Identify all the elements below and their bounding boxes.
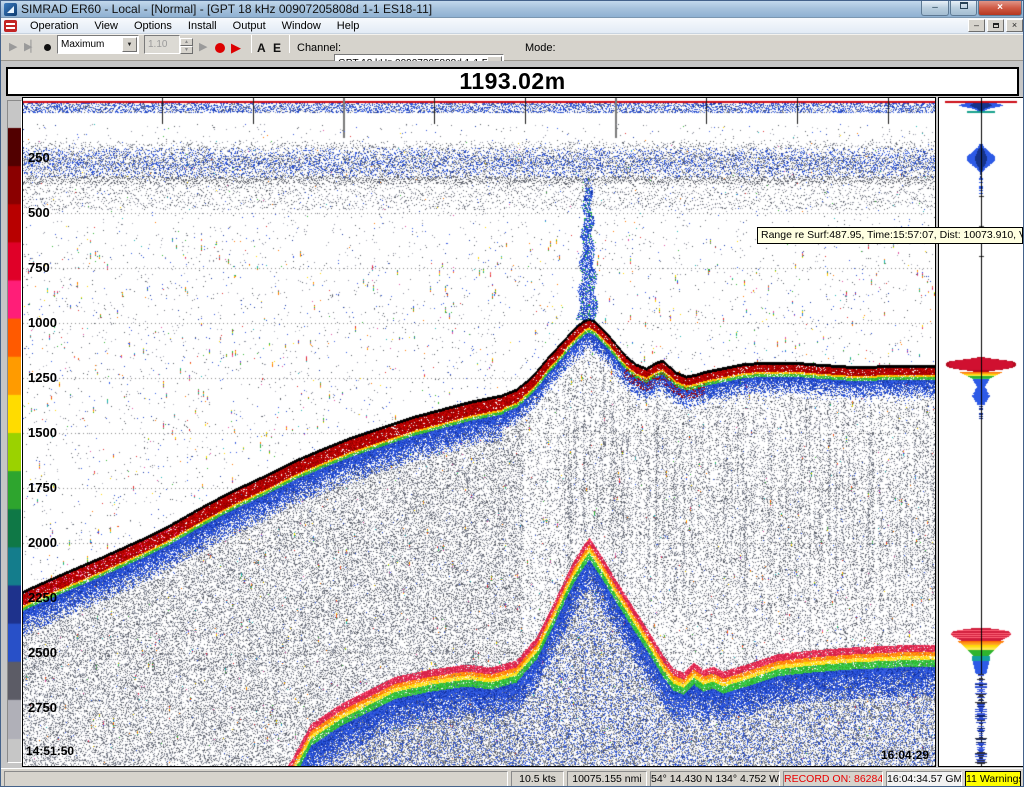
close-button[interactable]: × xyxy=(978,1,1022,16)
start-time-label: 14:51:50 xyxy=(26,744,74,758)
single-ping-panel xyxy=(938,97,1024,767)
mode-label: Mode: xyxy=(525,35,556,60)
color-scale-canvas xyxy=(8,101,21,762)
menu-install[interactable]: Install xyxy=(180,19,225,33)
echogram-frame: 250 500 750 1000 1250 1500 1750 2000 225… xyxy=(22,97,936,767)
range-step-arrows[interactable]: ▲▼ xyxy=(180,38,193,63)
detected-depth-readout: 1193.02m xyxy=(6,67,1019,96)
menu-window[interactable]: Window xyxy=(274,19,329,33)
window-title: SIMRAD ER60 - Local - [Normal] - [GPT 18… xyxy=(21,2,432,16)
mdi-close-button[interactable]: × xyxy=(1006,19,1023,32)
status-log: 10075.155 nmi xyxy=(567,771,647,787)
depth-tick: 1750 xyxy=(28,480,57,495)
ping-indicator-icon xyxy=(44,44,51,51)
minimize-button[interactable]: – xyxy=(921,1,949,16)
toolbar: ▶ ▶▏ Maximum ▼ 1.10 ▲▼ ▶ ▶ A E Channel: … xyxy=(1,34,1024,61)
mdi-restore-button[interactable] xyxy=(987,19,1004,32)
depth-tick: 1500 xyxy=(28,425,57,440)
annotation-a-button[interactable]: A xyxy=(253,35,270,60)
status-bar: 10.5 kts 10075.155 nmi 54° 14.430 N 134°… xyxy=(1,768,1024,787)
menu-help[interactable]: Help xyxy=(329,19,368,33)
depth-tick: 1000 xyxy=(28,315,57,330)
maximize-button[interactable] xyxy=(950,1,977,16)
status-warnings[interactable]: 11 Warnings xyxy=(965,771,1021,787)
range-mode-value: Maximum xyxy=(58,39,122,50)
echogram-canvas[interactable] xyxy=(23,98,935,766)
event-e-button[interactable]: E xyxy=(269,35,285,60)
mdi-minimize-button[interactable]: – xyxy=(968,19,985,32)
app-icon xyxy=(4,3,17,16)
forward-icon[interactable]: ▶ xyxy=(199,42,207,53)
range-step-spinner[interactable]: 1.10 xyxy=(144,35,180,54)
menu-bar: Operation View Options Install Output Wi… xyxy=(1,18,1024,34)
depth-tick: 2750 xyxy=(28,700,57,715)
range-mode-combobox[interactable]: Maximum ▼ xyxy=(57,35,139,54)
app-window: SIMRAD ER60 - Local - [Normal] - [GPT 18… xyxy=(0,0,1024,787)
depth-tick: 2250 xyxy=(28,590,57,605)
record-play-icon[interactable]: ▶ xyxy=(231,41,241,54)
menu-operation[interactable]: Operation xyxy=(22,19,86,33)
menu-options[interactable]: Options xyxy=(126,19,180,33)
color-scale-bar xyxy=(7,100,22,763)
status-position: 54° 14.430 N 134° 4.752 W xyxy=(650,771,780,787)
echogram-view: 1193.02m 250 500 750 1000 1250 1500 1750… xyxy=(1,61,1024,768)
replay-step-icon[interactable]: ▶▏ xyxy=(24,42,37,53)
status-empty-panel xyxy=(4,771,508,787)
cursor-tooltip: Range re Surf:487.95, Time:15:57:07, Dis… xyxy=(757,227,1023,244)
record-dot-icon[interactable] xyxy=(215,43,225,53)
single-ping-canvas[interactable] xyxy=(939,98,1023,766)
toolbar-separator-2 xyxy=(289,35,290,53)
status-record: RECORD ON: 8628428 xyxy=(783,771,883,787)
toolbar-separator xyxy=(251,35,252,53)
title-bar[interactable]: SIMRAD ER60 - Local - [Normal] - [GPT 18… xyxy=(1,1,1024,18)
mdi-child-icon[interactable] xyxy=(4,20,17,32)
replay-play-icon[interactable]: ▶ xyxy=(9,42,17,53)
chevron-down-icon[interactable]: ▼ xyxy=(122,37,137,52)
range-step-value: 1.10 xyxy=(145,39,170,50)
menu-view[interactable]: View xyxy=(86,19,126,33)
end-time-label: 16:04:29 xyxy=(881,748,929,762)
depth-tick: 750 xyxy=(28,260,50,275)
depth-tick: 250 xyxy=(28,150,50,165)
status-speed: 10.5 kts xyxy=(511,771,564,787)
menu-output[interactable]: Output xyxy=(225,19,274,33)
depth-tick: 2000 xyxy=(28,535,57,550)
depth-tick: 2500 xyxy=(28,645,57,660)
depth-tick: 500 xyxy=(28,205,50,220)
depth-tick: 1250 xyxy=(28,370,57,385)
status-clock: 16:04:34.57 GMT xyxy=(886,771,962,787)
